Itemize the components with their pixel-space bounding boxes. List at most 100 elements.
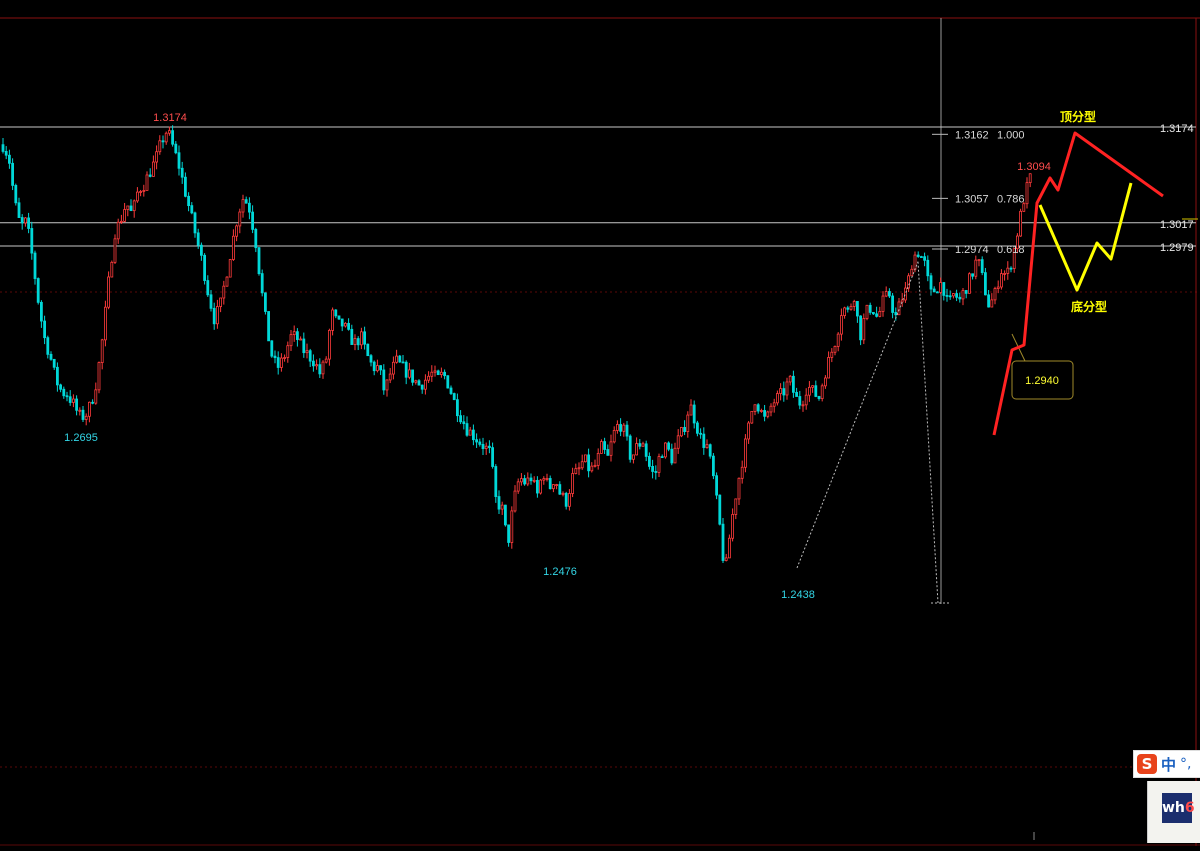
fib-ratio-label: 1.000 xyxy=(997,129,1025,141)
candle-body xyxy=(110,261,114,278)
candle-body xyxy=(423,379,427,390)
candle-body xyxy=(993,288,997,301)
candle-body xyxy=(795,391,798,397)
candle-body xyxy=(459,415,463,423)
candle-body xyxy=(263,292,267,312)
candle-body xyxy=(830,351,834,358)
candle-body xyxy=(292,331,296,336)
candle-body xyxy=(766,411,770,417)
candle-body xyxy=(728,537,731,559)
candle-body xyxy=(94,389,98,404)
candle-body xyxy=(88,401,91,417)
candle-body xyxy=(340,318,344,327)
candle-body xyxy=(526,477,530,485)
input-method-toolbar[interactable]: S 中 °, xyxy=(1133,750,1200,778)
candle-body xyxy=(772,402,776,407)
candle-body xyxy=(126,205,130,210)
candle-body xyxy=(945,295,949,297)
candle-body xyxy=(724,557,728,561)
candle-body xyxy=(756,404,760,412)
candle-body xyxy=(295,331,299,340)
candle-body xyxy=(270,340,274,357)
candle-body xyxy=(465,423,469,436)
candle-body xyxy=(990,299,994,308)
candle-body xyxy=(75,398,78,411)
candle-body xyxy=(558,484,562,495)
candle-body xyxy=(718,494,722,525)
candle-body xyxy=(379,365,383,371)
candle-body xyxy=(273,355,277,359)
candle-body xyxy=(251,211,255,230)
candle-body xyxy=(283,357,287,359)
candle-body xyxy=(4,150,8,156)
candle-body xyxy=(30,228,34,254)
candle-body xyxy=(503,504,507,526)
candle-body xyxy=(161,140,165,143)
candle-body xyxy=(936,291,939,294)
candle-body xyxy=(785,381,789,396)
candle-body xyxy=(897,301,901,316)
candle-body xyxy=(609,441,613,456)
candle-body xyxy=(398,355,402,363)
candle-body xyxy=(961,290,965,300)
candle-body xyxy=(155,151,159,163)
candle-body xyxy=(446,375,450,389)
candle-body xyxy=(257,247,261,275)
candle-body xyxy=(939,282,942,293)
fib-ratio-label: 0.618 xyxy=(997,244,1025,256)
candle-body xyxy=(683,427,686,432)
candle-body xyxy=(555,484,558,486)
candle-body xyxy=(536,479,539,494)
candle-body xyxy=(104,306,107,341)
candle-body xyxy=(715,475,718,496)
candle-body xyxy=(107,276,110,308)
candle-body xyxy=(487,445,491,449)
candle-body xyxy=(331,309,335,331)
candle-body xyxy=(247,202,251,213)
candle-body xyxy=(513,490,517,512)
yellow-forecast-path xyxy=(1038,182,1133,292)
candle-body xyxy=(664,442,667,458)
candle-body xyxy=(199,244,203,256)
fib-price-label: 1.3162 xyxy=(955,129,989,141)
candle-body xyxy=(11,162,15,186)
candle-body xyxy=(81,409,85,420)
candle-body xyxy=(920,256,923,258)
candle-body xyxy=(593,464,597,467)
candle-body xyxy=(545,478,549,480)
candle-body xyxy=(430,371,434,377)
candle-body xyxy=(91,401,94,404)
candle-body xyxy=(43,320,46,339)
swing-labels: 1.3174 1.2695 1.2476 1.2438 1.3094 xyxy=(64,112,1051,601)
candle-body xyxy=(699,432,702,435)
candle-body xyxy=(804,394,808,406)
candle-body xyxy=(468,429,472,436)
candle-body xyxy=(411,369,415,383)
candle-body xyxy=(321,361,325,375)
candle-body xyxy=(968,273,971,294)
candle-body xyxy=(904,287,907,301)
candle-body xyxy=(318,364,322,375)
candle-body xyxy=(183,176,187,197)
candle-body xyxy=(984,272,987,296)
candle-body xyxy=(481,443,485,449)
candle-body xyxy=(215,306,219,325)
candle-body xyxy=(167,130,171,134)
candle-body xyxy=(612,430,616,443)
candle-body xyxy=(222,285,226,299)
candle-body xyxy=(625,424,629,437)
candle-body xyxy=(923,256,926,261)
candle-body xyxy=(164,132,168,143)
candle-body xyxy=(494,466,498,497)
candle-body xyxy=(212,307,216,325)
price-level-lines: 1.3174 1.3017 1.2979 xyxy=(0,123,1196,254)
candle-body xyxy=(78,409,82,412)
dotted-trendline xyxy=(917,261,939,604)
candle-body xyxy=(532,479,536,482)
candle-body xyxy=(811,385,814,388)
candle-body xyxy=(1009,267,1013,270)
candle-body xyxy=(475,439,479,443)
fib-price-label: 1.3057 xyxy=(955,193,989,205)
candle-body xyxy=(955,293,958,298)
candle-body xyxy=(289,334,293,347)
